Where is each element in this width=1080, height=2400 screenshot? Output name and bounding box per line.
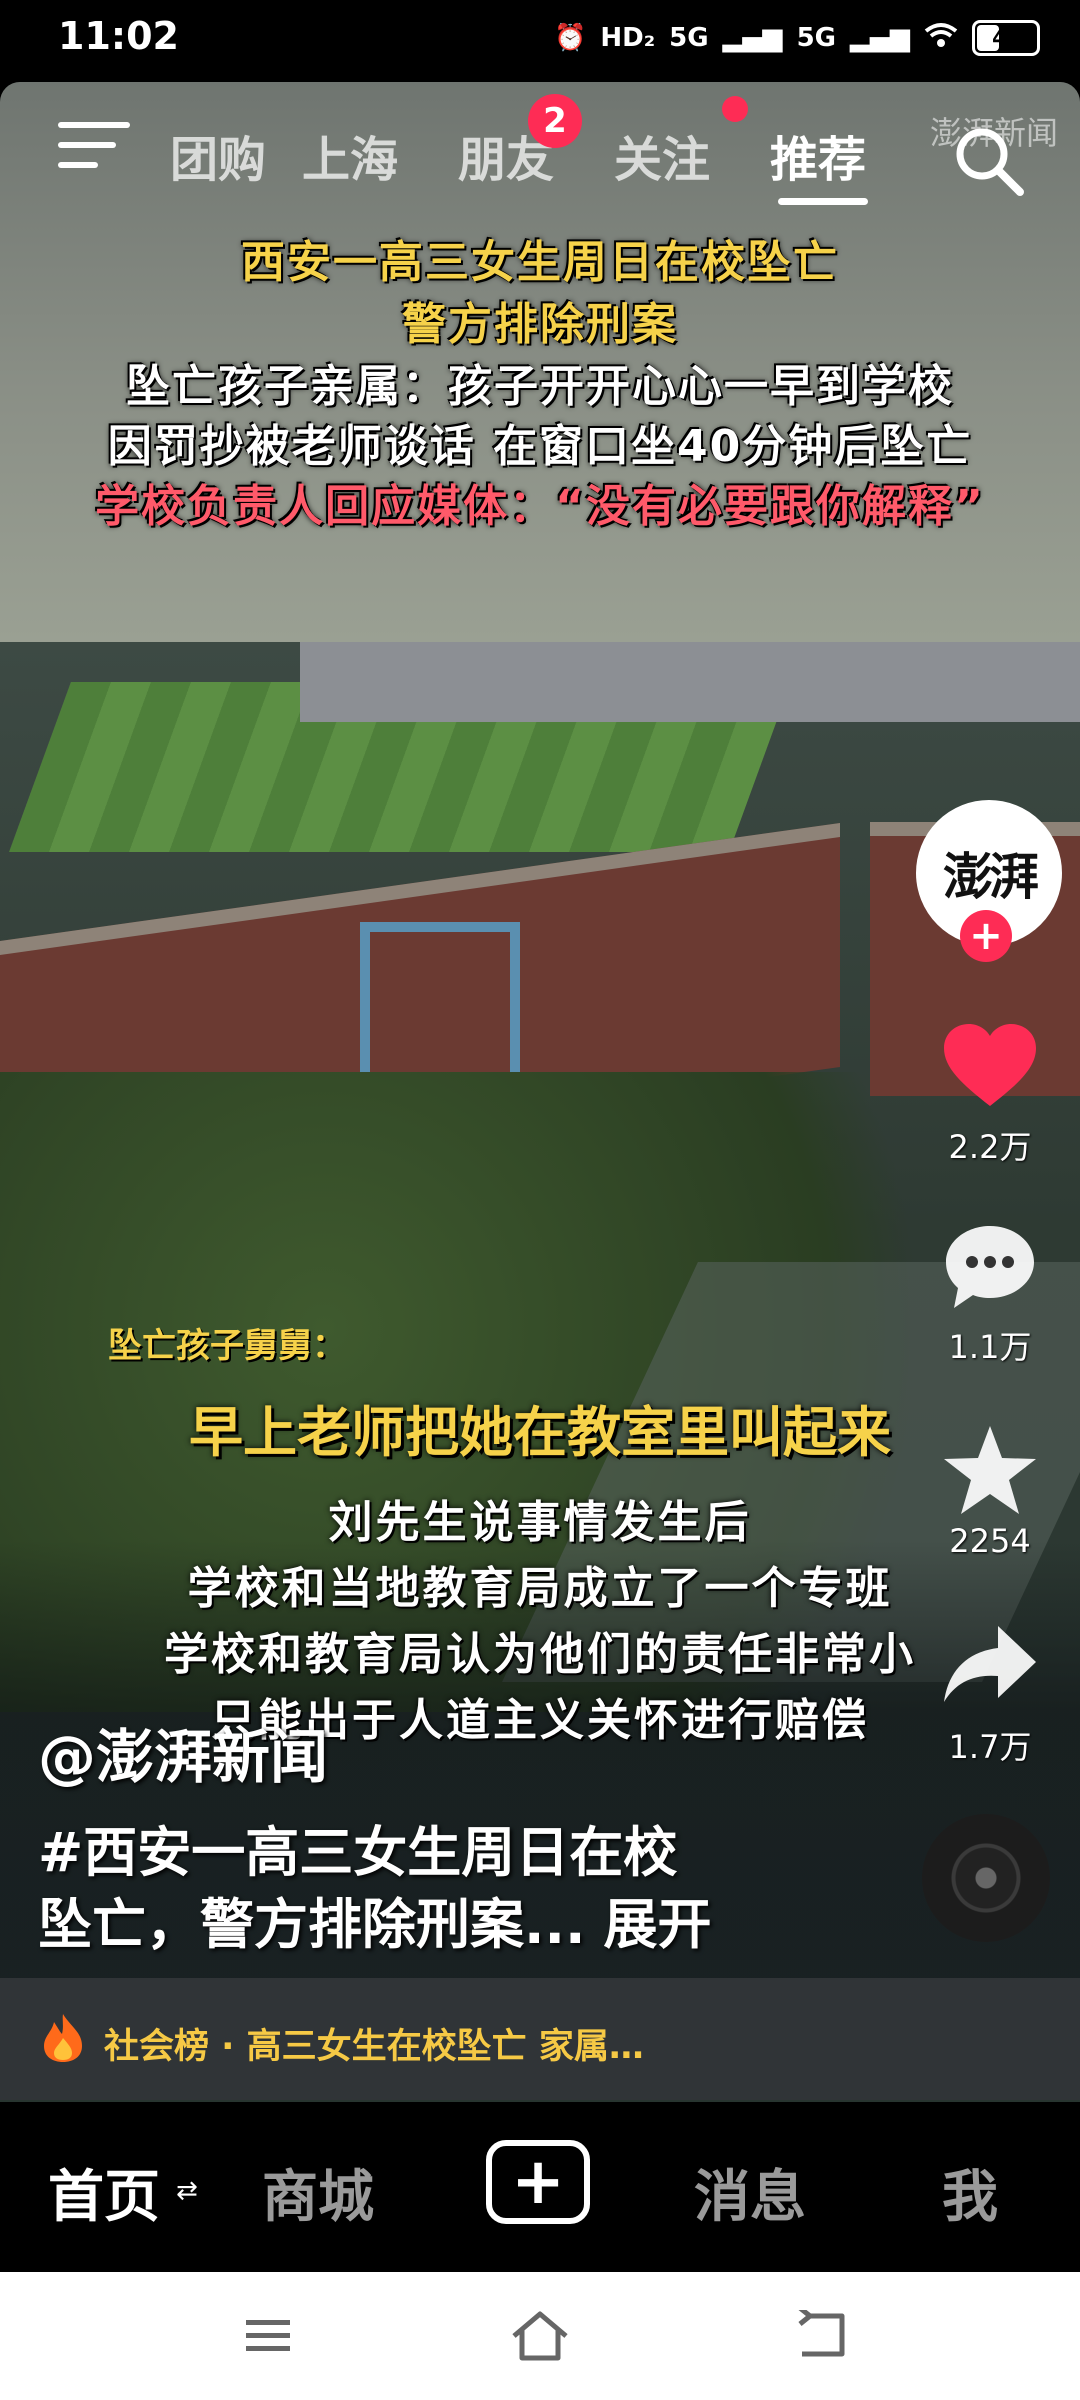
status-time: 11:02 — [58, 14, 179, 58]
post-title-text: 坠亡，警方排除刑案... — [38, 1893, 586, 1956]
friends-badge: 2 — [528, 94, 582, 148]
back-icon[interactable] — [794, 2306, 850, 2362]
expand-button[interactable]: 展开 — [604, 1893, 712, 1956]
tab-recommended[interactable]: 推荐 — [770, 120, 866, 190]
heart-icon[interactable] — [942, 1022, 1038, 1110]
comment-count: 1.1万 — [948, 1328, 1032, 1366]
fire-icon — [40, 2012, 86, 2064]
following-dot — [722, 96, 748, 122]
status-icons: ⏰ HD₂ 5G ▂▄▆ 5G ▂▄▆ 41 — [554, 20, 1040, 56]
create-button[interactable]: + — [486, 2140, 590, 2224]
network-5g-1: 5G — [669, 23, 709, 53]
signal-icon: ▂▄▆ — [850, 23, 910, 53]
music-disc-icon[interactable] — [922, 1814, 1050, 1942]
headline-line: 因罚抄被老师谈话 在窗口坐40分钟后坠亡 — [107, 421, 973, 472]
alarm-icon: ⏰ — [554, 23, 587, 53]
headline-line: 警方排除刑案 — [402, 299, 678, 350]
network-hd: HD₂ — [600, 23, 656, 53]
share-count: 1.7万 — [948, 1728, 1032, 1766]
subtitle-line: 刘先生说事情发生后 — [328, 1497, 752, 1548]
subtitle-line: 学校和当地教育局成立了一个专班 — [187, 1563, 893, 1614]
share-icon[interactable] — [940, 1622, 1040, 1706]
subtitle-line: 学校和教育局认为他们的责任非常小 — [164, 1629, 916, 1680]
favorite-count: 2254 — [949, 1522, 1031, 1560]
battery-icon: 41 — [972, 20, 1040, 56]
signal-icon: ▂▄▆ — [722, 23, 783, 53]
post-title-line2[interactable]: 坠亡，警方排除刑案... 展开 — [38, 1880, 712, 1959]
follow-button[interactable]: + — [960, 910, 1012, 962]
tab-me[interactable]: 我 — [942, 2152, 998, 2233]
subtitle-speaker: 坠亡孩子舅舅： — [108, 1326, 346, 1366]
switch-arrows-icon[interactable]: ⇄ — [176, 2176, 198, 2206]
star-icon[interactable] — [940, 1422, 1040, 1518]
tab-shanghai[interactable]: 上海 — [302, 120, 398, 190]
headline-line: 学校负责人回应媒体：“没有必要跟你解释” — [95, 481, 985, 532]
post-title-line1[interactable]: #西安一高三女生周日在校 — [38, 1808, 677, 1887]
network-5g-2: 5G — [796, 23, 836, 53]
comment-icon[interactable] — [942, 1222, 1038, 1312]
background-building — [300, 642, 1080, 722]
battery-level: 41 — [992, 26, 1020, 50]
author-name[interactable]: @澎湃新闻 — [38, 1710, 328, 1794]
subtitle-main: 早上老师把她在教室里叫起来 — [189, 1401, 891, 1464]
tab-mall[interactable]: 商城 — [262, 2152, 374, 2233]
menu-icon[interactable] — [244, 2318, 292, 2354]
wifi-icon — [924, 22, 958, 55]
home-icon[interactable] — [508, 2308, 572, 2364]
menu-icon[interactable] — [58, 122, 130, 178]
active-tab-indicator — [778, 198, 868, 205]
tab-group-buy[interactable]: 团购 — [170, 120, 266, 190]
headline-line: 西安一高三女生周日在校坠亡 — [241, 237, 839, 288]
headline-line: 坠亡孩子亲属：孩子开开心心一早到学校 — [126, 361, 954, 412]
tab-home[interactable]: 首页 — [48, 2152, 160, 2233]
hot-ranking-text[interactable]: 社会榜 · 高三女生在校坠亡 家属… — [104, 2018, 644, 2069]
tab-messages[interactable]: 消息 — [694, 2152, 806, 2233]
search-icon[interactable] — [948, 120, 1028, 200]
tab-following[interactable]: 关注 — [614, 120, 710, 190]
like-count: 2.2万 — [948, 1128, 1032, 1166]
